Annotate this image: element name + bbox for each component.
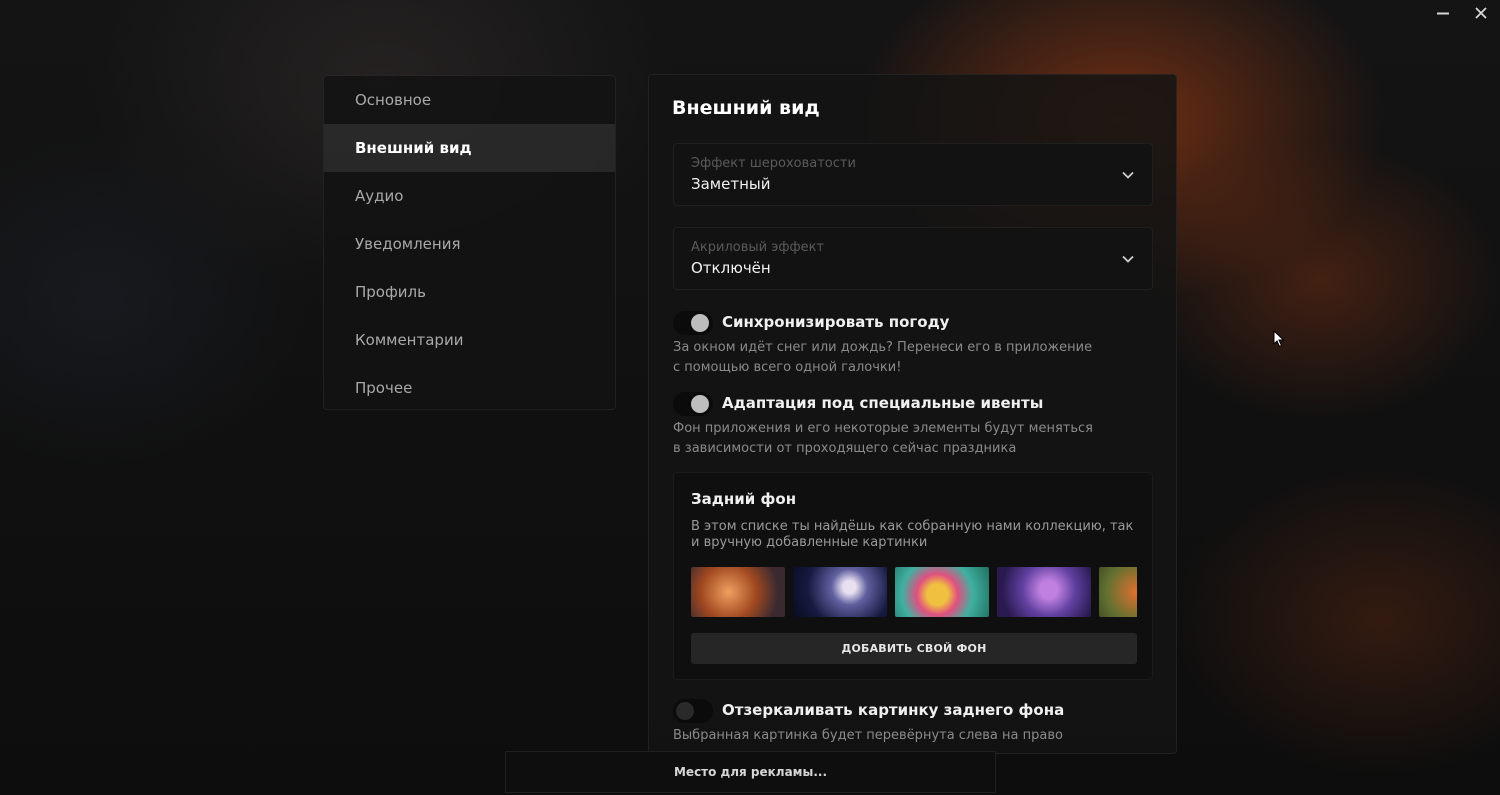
background-title: Задний фон (691, 490, 797, 508)
background-thumbnails (691, 567, 1137, 619)
minimize-icon (1437, 12, 1449, 15)
close-button[interactable] (1462, 0, 1500, 26)
events-adaptation-description: Фон приложения и его некоторые элементы … (673, 419, 1103, 459)
sidebar-item-notifications[interactable]: Уведомления (324, 220, 615, 268)
sidebar-item-profile[interactable]: Профиль (324, 268, 615, 316)
sidebar-item-appearance[interactable]: Внешний вид (324, 124, 615, 172)
sidebar-item-general[interactable]: Основное (324, 76, 615, 124)
ad-placeholder: Место для рекламы... (505, 751, 996, 793)
toggle-knob (676, 702, 694, 720)
mirror-background-toggle[interactable] (673, 699, 713, 723)
roughness-effect-value: Заметный (691, 175, 771, 193)
background-thumbnail[interactable] (691, 567, 785, 617)
roughness-effect-label: Эффект шероховатости (691, 156, 856, 171)
chevron-down-icon (1122, 255, 1134, 263)
roughness-effect-select[interactable]: Эффект шероховатости Заметный (673, 143, 1153, 206)
background-thumbnail[interactable] (997, 567, 1091, 617)
close-icon (1475, 7, 1487, 19)
mirror-background-label: Отзеркаливать картинку заднего фона (722, 701, 1065, 719)
toggle-knob (691, 314, 709, 332)
events-adaptation-toggle[interactable] (673, 392, 713, 416)
sidebar-item-comments[interactable]: Комментарии (324, 316, 615, 364)
mirror-background-description: Выбранная картинка будет перевёрнута сле… (673, 728, 1063, 743)
sidebar-item-label: Прочее (355, 379, 413, 397)
events-description-line-2: в зависимости от проходящего сейчас праз… (673, 441, 1017, 456)
weather-sync-toggle[interactable] (673, 311, 713, 335)
weather-sync-label: Синхронизировать погоду (722, 313, 950, 331)
sidebar-item-label: Профиль (355, 283, 426, 301)
chevron-down-icon (1122, 171, 1134, 179)
sidebar-item-label: Внешний вид (355, 139, 472, 157)
sidebar-item-label: Основное (355, 91, 432, 109)
background-description: В этом списке ты найдёшь как собранную н… (691, 519, 1134, 550)
acrylic-effect-value: Отключён (691, 259, 771, 277)
acrylic-effect-select[interactable]: Акриловый эффект Отключён (673, 227, 1153, 290)
weather-sync-description: За окном идёт снег или дождь? Перенеси е… (673, 340, 1093, 375)
acrylic-effect-label: Акриловый эффект (691, 240, 825, 255)
background-thumbnail[interactable] (895, 567, 989, 617)
background-section: Задний фон В этом списке ты найдёшь как … (673, 472, 1153, 680)
events-description-line-1: Фон приложения и его некоторые элементы … (673, 421, 1093, 436)
settings-sidebar: Основное Внешний вид Аудио Уведомления П… (323, 75, 616, 410)
events-adaptation-label: Адаптация под специальные ивенты (722, 394, 1044, 412)
add-background-button[interactable]: ДОБАВИТЬ СВОЙ ФОН (691, 633, 1137, 664)
minimize-button[interactable] (1424, 0, 1462, 26)
mouse-cursor-icon (1273, 330, 1285, 348)
background-thumbnail[interactable] (1099, 567, 1137, 617)
sidebar-item-audio[interactable]: Аудио (324, 172, 615, 220)
sidebar-item-label: Комментарии (355, 331, 464, 349)
sidebar-item-label: Уведомления (355, 235, 461, 253)
page-title: Внешний вид (672, 97, 820, 119)
window-controls (1424, 0, 1500, 26)
background-thumbnail[interactable] (793, 567, 887, 617)
toggle-knob (691, 395, 709, 413)
sidebar-item-label: Аудио (355, 187, 404, 205)
sidebar-item-other[interactable]: Прочее (324, 364, 615, 412)
appearance-settings-panel: Внешний вид Эффект шероховатости Заметны… (648, 74, 1177, 754)
